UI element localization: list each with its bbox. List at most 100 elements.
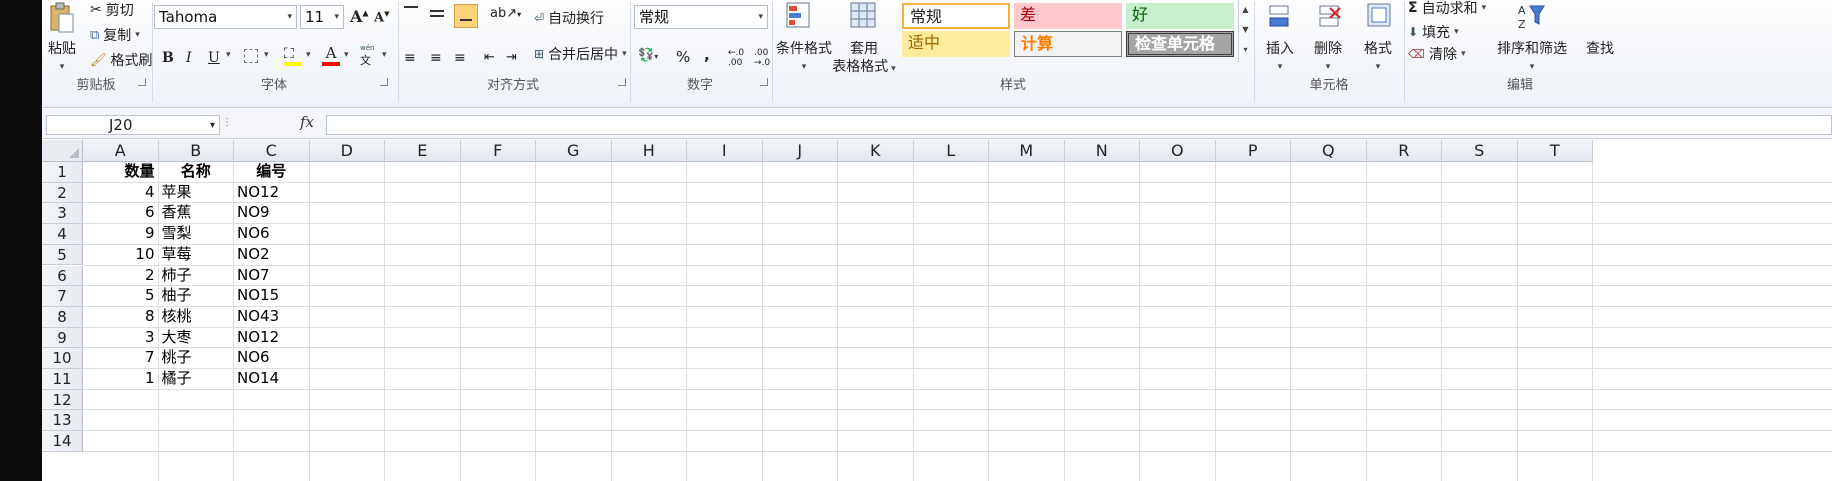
formula-input[interactable] [326, 115, 1832, 135]
column-header-a[interactable]: A [83, 140, 159, 162]
cell-b6[interactable]: 柿子 [162, 265, 231, 286]
autosum-button[interactable]: Σ 自动求和 ▾ [1408, 0, 1486, 18]
cell-b7[interactable]: 柚子 [162, 285, 231, 306]
cell-c2[interactable]: NO12 [237, 182, 306, 203]
cell-a3[interactable]: 6 [86, 202, 155, 223]
column-header-f[interactable]: F [460, 140, 536, 162]
cell-b8[interactable]: 核桃 [162, 306, 231, 327]
row-header-8[interactable]: 8 [42, 306, 83, 328]
paste-button[interactable]: 粘贴 ▾ [44, 40, 80, 76]
row-header-10[interactable]: 10 [42, 348, 83, 369]
name-box[interactable]: J20 ▾ [46, 115, 220, 135]
row-header-1[interactable]: 1 [42, 162, 83, 183]
delete-button[interactable]: 删除 ▾ [1306, 40, 1350, 76]
align-right-icon[interactable]: ≡ [454, 50, 466, 66]
chevron-down-icon[interactable]: ▾ [344, 50, 349, 60]
row-header-7[interactable]: 7 [42, 286, 83, 307]
cell-b5[interactable]: 草莓 [162, 244, 231, 265]
format-button[interactable]: 格式 ▾ [1356, 40, 1400, 76]
sort-filter-button[interactable]: 排序和筛选 ▾ [1482, 40, 1582, 76]
column-header-j[interactable]: J [762, 140, 838, 162]
cell-b1[interactable]: 名称 [162, 161, 231, 182]
column-header-t[interactable]: T [1517, 140, 1593, 162]
comma-button[interactable]: , [704, 46, 710, 64]
phonetic-button[interactable]: wén 文 [360, 44, 374, 68]
underline-button[interactable]: U [208, 50, 220, 66]
row-header-3[interactable]: 3 [42, 203, 83, 225]
align-top-icon[interactable] [404, 6, 424, 16]
chevron-down-icon[interactable]: ▾ [264, 50, 269, 60]
cell-c3[interactable]: NO9 [237, 202, 306, 223]
number-format-select[interactable]: 常规 ▾ [634, 5, 768, 29]
chevron-down-icon[interactable]: ▾ [382, 50, 387, 60]
cell-a1[interactable]: 数量 [86, 161, 154, 182]
cell-c6[interactable]: NO7 [237, 265, 306, 286]
italic-button[interactable]: I [186, 50, 192, 66]
cell-a5[interactable]: 10 [86, 244, 154, 265]
style-normal[interactable]: 常规 [902, 3, 1010, 29]
cell-c11[interactable]: NO14 [237, 368, 306, 389]
cell-b10[interactable]: 桃子 [162, 347, 231, 368]
row-header-2[interactable]: 2 [42, 182, 83, 204]
style-bad[interactable]: 差 [1014, 3, 1122, 29]
find-button[interactable]: 查找 [1580, 40, 1620, 58]
cell-b9[interactable]: 大枣 [162, 327, 231, 348]
column-header-m[interactable]: M [989, 140, 1065, 162]
number-launcher-icon[interactable] [760, 78, 768, 86]
column-header-g[interactable]: G [536, 140, 612, 162]
cell-a8[interactable]: 8 [86, 306, 155, 327]
cell-a11[interactable]: 1 [86, 368, 155, 389]
chevron-down-icon[interactable]: ▾ [210, 116, 215, 135]
select-all-button[interactable] [42, 140, 83, 162]
bold-button[interactable]: B [162, 50, 174, 66]
align-bottom-icon[interactable] [454, 4, 478, 28]
insert-function-button[interactable]: fx [300, 113, 314, 131]
column-header-h[interactable]: H [611, 140, 687, 162]
row-header-4[interactable]: 4 [42, 224, 83, 245]
column-header-i[interactable]: I [687, 140, 763, 162]
decrease-decimal-button[interactable]: .00 →.0 [754, 48, 770, 68]
font-launcher-icon[interactable] [380, 78, 388, 86]
cell-c8[interactable]: NO43 [237, 306, 306, 327]
increase-indent-icon[interactable]: ⇥ [506, 50, 517, 65]
cell-c1[interactable]: 编号 [237, 161, 306, 182]
insert-button[interactable]: 插入 ▾ [1258, 40, 1302, 76]
format-painter-button[interactable]: 🖌 格式刷 [90, 50, 153, 70]
align-left-icon[interactable]: ≡ [404, 50, 416, 66]
align-center-icon[interactable]: ≡ [430, 50, 442, 66]
orientation-icon[interactable]: ab↗▾ [490, 6, 521, 21]
column-header-l[interactable]: L [913, 140, 989, 162]
style-good[interactable]: 好 [1126, 3, 1234, 29]
cell-c4[interactable]: NO6 [237, 223, 306, 244]
row-header-14[interactable]: 14 [42, 431, 83, 452]
column-header-b[interactable]: B [158, 140, 234, 162]
column-header-o[interactable]: O [1140, 140, 1216, 162]
conditional-format-button[interactable]: 条件格式 ▾ [776, 40, 832, 76]
cut-button[interactable]: ✂ 剪切 [90, 0, 134, 20]
column-header-c[interactable]: C [234, 140, 310, 162]
cell-c10[interactable]: NO6 [237, 347, 306, 368]
column-header-p[interactable]: P [1215, 140, 1291, 162]
column-header-q[interactable]: Q [1291, 140, 1367, 162]
cell-b3[interactable]: 香蕉 [162, 202, 231, 223]
cell-a2[interactable]: 4 [86, 182, 155, 203]
row-header-9[interactable]: 9 [42, 327, 83, 349]
cell-b2[interactable]: 苹果 [162, 182, 231, 203]
column-header-r[interactable]: R [1366, 140, 1442, 162]
alignment-launcher-icon[interactable] [618, 78, 626, 86]
cell-c5[interactable]: NO2 [237, 244, 306, 265]
spreadsheet-grid[interactable]: ABCDEFGHIJKLMNOPQRST 1 2 3 4 5 6 7 8 9 10 11 12 13 14… [42, 140, 1832, 481]
shrink-font-button[interactable]: A▼ [374, 9, 389, 25]
grow-font-button[interactable]: A▲ [350, 7, 369, 26]
clipboard-launcher-icon[interactable] [138, 78, 146, 86]
cell-a9[interactable]: 3 [86, 327, 155, 348]
align-middle-icon[interactable] [430, 10, 450, 17]
cell-c7[interactable]: NO15 [237, 285, 306, 306]
border-icon[interactable] [244, 49, 258, 63]
chevron-down-icon[interactable]: ▾ [226, 50, 231, 60]
font-size-select[interactable]: 11 ▾ [300, 5, 344, 29]
column-header-n[interactable]: N [1064, 140, 1140, 162]
clear-button[interactable]: ⌫ 清除 ▾ [1408, 44, 1466, 64]
cell-a10[interactable]: 7 [86, 347, 155, 368]
font-name-select[interactable]: Tahoma ▾ [154, 5, 297, 29]
